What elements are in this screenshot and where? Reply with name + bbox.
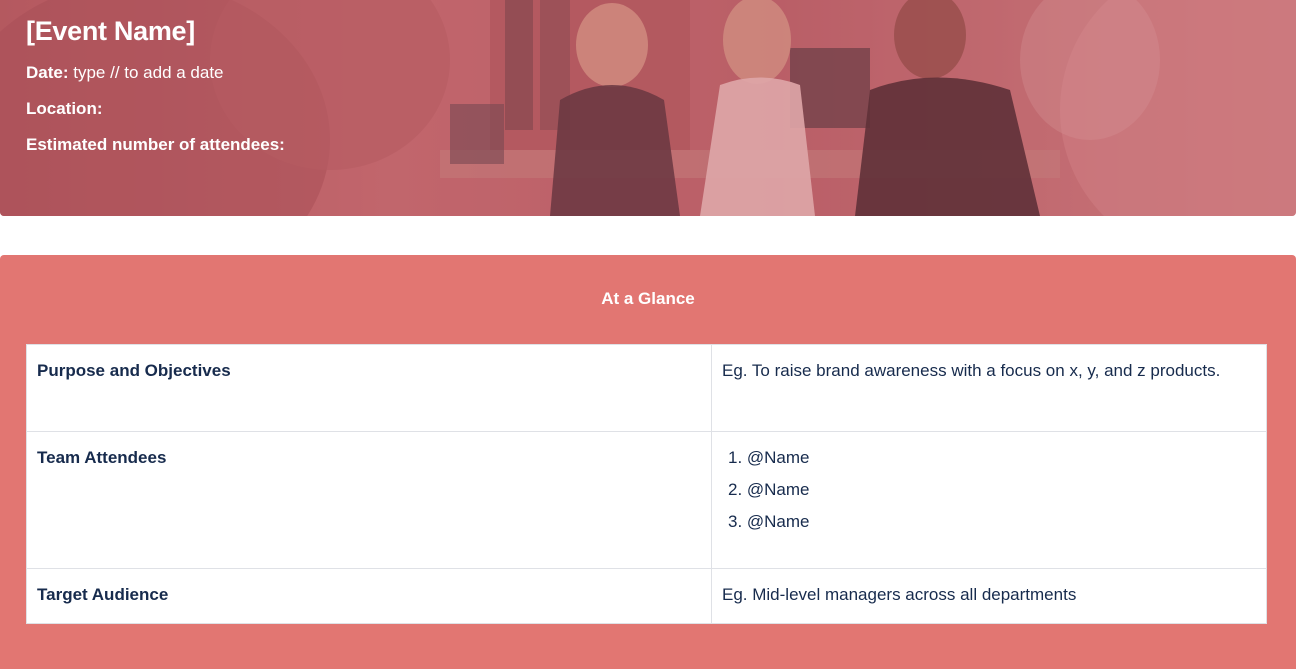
- at-a-glance-heading: At a Glance: [601, 289, 695, 308]
- attendees-count-label: Estimated number of attendees:: [26, 135, 285, 154]
- target-audience-value: Eg. Mid-level managers across all depart…: [722, 585, 1077, 604]
- hero-banner: [Event Name] Date: type // to add a date…: [0, 0, 1296, 216]
- location-label: Location:: [26, 99, 103, 118]
- date-label: Date:: [26, 63, 69, 82]
- purpose-value: Eg. To raise brand awareness with a focu…: [722, 361, 1221, 380]
- at-a-glance-table: Purpose and Objectives Eg. To raise bran…: [26, 344, 1267, 624]
- purpose-label-cell[interactable]: Purpose and Objectives: [26, 344, 712, 432]
- list-item[interactable]: 3. @Name: [728, 506, 1256, 538]
- event-location-line[interactable]: Location:: [26, 98, 285, 120]
- purpose-label: Purpose and Objectives: [37, 361, 231, 380]
- table-row: Purpose and Objectives Eg. To raise bran…: [26, 344, 1267, 432]
- list-item[interactable]: 2. @Name: [728, 474, 1256, 506]
- target-audience-label: Target Audience: [37, 585, 169, 604]
- event-attendees-line[interactable]: Estimated number of attendees:: [26, 134, 285, 156]
- target-audience-value-cell[interactable]: Eg. Mid-level managers across all depart…: [711, 568, 1267, 624]
- at-a-glance-panel: At a Glance Purpose and Objectives Eg. T…: [0, 255, 1296, 669]
- team-attendees-value-cell[interactable]: 1. @Name 2. @Name 3. @Name: [711, 431, 1267, 569]
- attendee-list: 1. @Name 2. @Name 3. @Name: [722, 442, 1256, 538]
- event-title[interactable]: [Event Name]: [26, 14, 285, 48]
- purpose-value-cell[interactable]: Eg. To raise brand awareness with a focu…: [711, 344, 1267, 432]
- table-row: Team Attendees 1. @Name 2. @Name 3. @Nam…: [26, 431, 1267, 569]
- team-attendees-label: Team Attendees: [37, 448, 167, 467]
- list-item[interactable]: 1. @Name: [728, 442, 1256, 474]
- team-attendees-label-cell[interactable]: Team Attendees: [26, 431, 712, 569]
- table-row: Target Audience Eg. Mid-level managers a…: [26, 568, 1267, 624]
- target-audience-label-cell[interactable]: Target Audience: [26, 568, 712, 624]
- event-details: [Event Name] Date: type // to add a date…: [26, 14, 285, 156]
- date-placeholder[interactable]: type // to add a date: [69, 63, 223, 82]
- event-date-line[interactable]: Date: type // to add a date: [26, 62, 285, 84]
